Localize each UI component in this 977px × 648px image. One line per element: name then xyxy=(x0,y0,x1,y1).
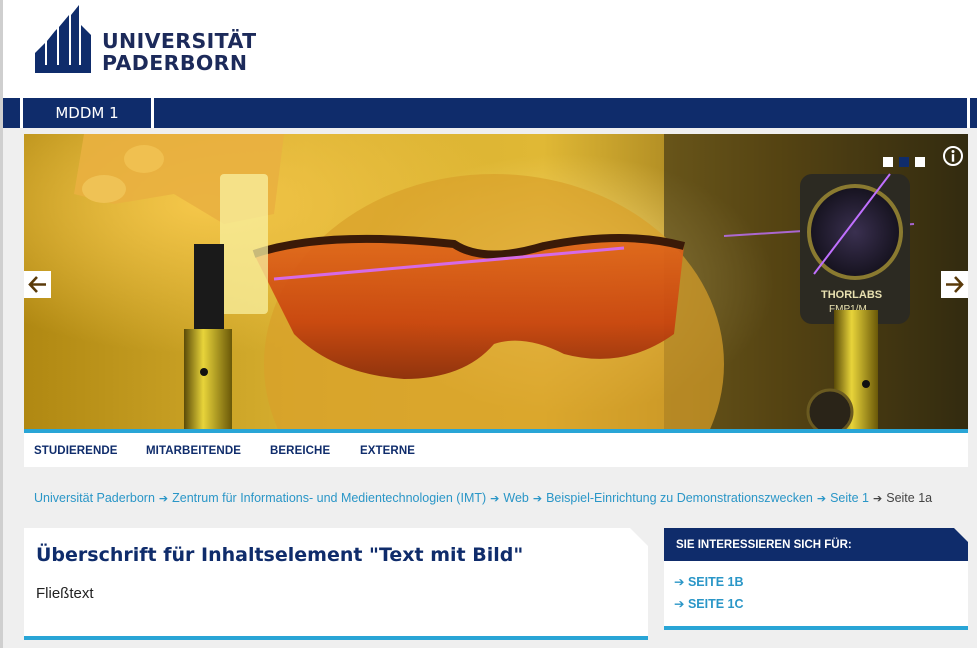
arrow-left-icon xyxy=(28,276,46,293)
content-bottom-line xyxy=(24,636,648,640)
breadcrumb-item-web[interactable]: Web xyxy=(503,491,528,505)
slider-dot-1[interactable] xyxy=(883,157,893,167)
navbar-separator xyxy=(151,98,154,128)
breadcrumb-item-university[interactable]: Universität Paderborn xyxy=(34,491,155,505)
site-navbar: MDDM 1 xyxy=(3,98,977,128)
breadcrumb-arrow-icon: ➔ xyxy=(532,493,543,505)
breadcrumb-current: Seite 1a xyxy=(886,491,933,505)
breadcrumb-arrow-icon: ➔ xyxy=(490,493,500,505)
slider-next-button[interactable] xyxy=(941,271,968,298)
breadcrumb: Universität Paderborn ➔ Zentrum für Inform… xyxy=(34,490,932,507)
sidebar-box: ➔ SEITE 1B ➔ SEITE 1C xyxy=(664,561,968,626)
main-navigation: STUDIERENDE MITARBEITENDE BEREICHE EXTER… xyxy=(24,433,968,467)
sidebar-header: SIE INTERESSIEREN SICH FÜR: xyxy=(664,528,968,561)
slider-dot-3[interactable] xyxy=(915,157,925,167)
info-icon[interactable] xyxy=(942,145,964,167)
sidebar-link-seite-1b[interactable]: ➔ SEITE 1B xyxy=(674,574,744,589)
nav-item-studierende[interactable]: STUDIERENDE xyxy=(34,433,118,469)
university-name: UNIVERSITÄT PADERBORN xyxy=(102,30,257,74)
breadcrumb-item-demo[interactable]: Beispiel-Einrichtung zu Demonstrationszw… xyxy=(546,491,813,505)
navbar-separator xyxy=(967,98,970,128)
university-name-line2: PADERBORN xyxy=(102,51,248,75)
sidebar-link-seite-1c[interactable]: ➔ SEITE 1C xyxy=(674,596,744,611)
breadcrumb-item-imt[interactable]: Zentrum für Informations- und Medientech… xyxy=(172,491,486,505)
site-header: UNIVERSITÄT PADERBORN xyxy=(3,0,977,98)
slider-photo: THORLABS FMP1/M xyxy=(74,134,968,429)
nav-item-bereiche[interactable]: BEREICHE xyxy=(270,433,330,469)
university-name-line1: UNIVERSITÄT xyxy=(102,29,257,53)
content-body: Fließtext xyxy=(36,585,94,602)
nav-item-mitarbeitende[interactable]: MITARBEITENDE xyxy=(146,433,241,469)
breadcrumb-arrow-icon: ➔ xyxy=(816,493,827,505)
content-heading: Überschrift für Inhaltselement "Text mit… xyxy=(36,544,524,566)
university-logo[interactable]: UNIVERSITÄT PADERBORN xyxy=(35,5,256,75)
breadcrumb-arrow-icon: ➔ xyxy=(873,493,883,505)
university-logo-icon xyxy=(35,5,91,73)
site-tab-mddm[interactable]: MDDM 1 xyxy=(23,98,151,128)
image-slider[interactable]: THORLABS FMP1/M xyxy=(24,134,968,429)
arrow-right-icon xyxy=(946,276,964,293)
sidebar-bottom-line xyxy=(664,626,968,630)
content-element: Überschrift für Inhaltselement "Text mit… xyxy=(24,528,648,636)
nav-item-externe[interactable]: EXTERNE xyxy=(360,433,415,469)
breadcrumb-item-seite1[interactable]: Seite 1 xyxy=(830,491,869,505)
lens-label-brand: THORLABS xyxy=(821,289,882,301)
sidebar-title: SIE INTERESSIEREN SICH FÜR: xyxy=(676,539,852,551)
slider-prev-button[interactable] xyxy=(24,271,51,298)
slider-dot-2[interactable] xyxy=(899,157,909,167)
breadcrumb-arrow-icon: ➔ xyxy=(158,493,169,505)
